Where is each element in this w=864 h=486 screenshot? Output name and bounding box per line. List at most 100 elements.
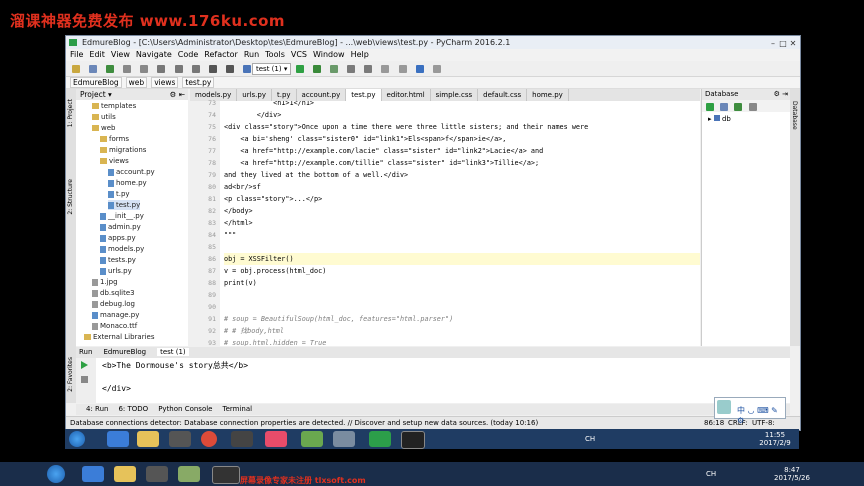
outer-lang[interactable]: CH [706, 470, 716, 478]
add-datasource-icon[interactable] [706, 103, 714, 111]
outer-clock[interactable]: 8:47 2017/5/26 [770, 466, 814, 482]
replace-icon[interactable] [225, 65, 234, 73]
structure-icon[interactable] [398, 65, 407, 73]
tree-item[interactable]: account.py [108, 167, 155, 177]
rerun-icon[interactable] [81, 361, 88, 369]
paste-icon[interactable] [191, 65, 200, 73]
bottom-tab[interactable]: 6: TODO [118, 405, 148, 413]
code-editor[interactable]: <h1>1</h1> </div> <div class="story">Once… [220, 101, 700, 346]
save-icon[interactable] [89, 65, 98, 73]
inner-clock[interactable]: 11:55 2017/2/9 [755, 431, 795, 447]
run-tab[interactable]: test (1) [157, 348, 189, 356]
outer-start-button[interactable] [47, 465, 65, 483]
tree-item[interactable]: __init__.py [100, 211, 144, 221]
tree-item[interactable]: debug.log [92, 299, 135, 309]
menu-edit[interactable]: Edit [89, 50, 105, 59]
tree-item[interactable]: tests.py [100, 255, 136, 265]
editor-tab[interactable]: test.py [346, 89, 382, 101]
tree-item[interactable]: utils [92, 112, 116, 122]
concurrency-icon[interactable] [364, 65, 373, 73]
structure-tool-tab[interactable]: 2: Structure [67, 179, 74, 215]
menu-view[interactable]: View [111, 50, 130, 59]
project-panel-title[interactable]: Project [80, 90, 106, 99]
outer-explorer-icon[interactable] [114, 466, 136, 482]
settings-icon[interactable] [381, 65, 390, 73]
copy-datasource-icon[interactable] [720, 103, 729, 111]
editor-tab[interactable]: urls.py [237, 89, 272, 101]
start-button[interactable] [69, 431, 85, 447]
tree-item[interactable]: templates [92, 101, 136, 111]
bottom-tab[interactable]: Python Console [158, 405, 212, 413]
editor-tab[interactable]: account.py [297, 89, 347, 101]
help-icon[interactable] [415, 65, 424, 73]
find-icon[interactable] [208, 65, 217, 73]
tree-item[interactable]: web [92, 123, 115, 133]
app4-icon[interactable] [333, 431, 355, 447]
tree-item[interactable]: forms [100, 134, 129, 144]
media-icon[interactable] [169, 431, 191, 447]
editor-tab[interactable]: editor.html [382, 89, 431, 101]
tree-item[interactable]: manage.py [92, 310, 139, 320]
menu-tools[interactable]: Tools [265, 50, 285, 59]
chrome-icon[interactable] [201, 431, 217, 447]
outer-recorder-icon[interactable] [212, 466, 240, 484]
tree-item[interactable]: apps.py [100, 233, 136, 243]
tree-item[interactable]: test.py [108, 200, 141, 210]
app2-icon[interactable] [265, 431, 287, 447]
outer-ie-icon[interactable] [82, 466, 104, 482]
tree-item[interactable]: models.py [100, 244, 144, 254]
favorites-tool-tab[interactable]: 2: Favorites [67, 357, 74, 392]
undo-icon[interactable] [123, 65, 132, 73]
database-tool-tab[interactable]: Database [791, 101, 798, 130]
run-icon[interactable] [296, 65, 304, 73]
debug-icon[interactable] [313, 65, 322, 73]
tree-item[interactable]: views [100, 156, 129, 166]
breadcrumb-item[interactable]: web [125, 77, 148, 88]
redo-icon[interactable] [140, 65, 149, 73]
project-tool-tab[interactable]: 1: Project [67, 99, 74, 127]
menu-file[interactable]: File [70, 50, 83, 59]
editor-tab[interactable]: home.py [527, 89, 569, 101]
refresh-icon[interactable] [734, 103, 743, 111]
ie-icon[interactable] [107, 431, 129, 447]
breadcrumb-item[interactable]: EdmureBlog [70, 77, 122, 88]
editor-tab[interactable]: default.css [478, 89, 528, 101]
pycharm-taskbar-icon[interactable] [369, 431, 391, 447]
app3-icon[interactable] [301, 431, 323, 447]
menu-refactor[interactable]: Refactor [204, 50, 238, 59]
app-icon[interactable] [231, 431, 253, 447]
run-tab[interactable]: EdmureBlog [100, 348, 149, 356]
bottom-tab[interactable]: Terminal [222, 405, 252, 413]
menu-vcs[interactable]: VCS [291, 50, 307, 59]
sync-icon[interactable] [106, 65, 115, 73]
profile-icon[interactable] [347, 65, 356, 73]
tree-item[interactable]: External Libraries [84, 332, 155, 342]
tree-item[interactable]: urls.py [100, 266, 132, 276]
menu-help[interactable]: Help [351, 50, 369, 59]
tree-item[interactable]: Monaco.ttf [92, 321, 137, 331]
tree-item[interactable]: t.py [108, 189, 130, 199]
tree-item[interactable]: migrations [100, 145, 146, 155]
database-item[interactable]: ▸ db [708, 115, 731, 123]
open-icon[interactable] [72, 65, 80, 73]
menu-window[interactable]: Window [313, 50, 345, 59]
menu-navigate[interactable]: Navigate [136, 50, 172, 59]
bottom-tab[interactable]: 4: Run [86, 405, 108, 413]
tree-item[interactable]: 1.jpg [92, 277, 118, 287]
editor-tab[interactable]: t.py [272, 89, 297, 101]
menu-run[interactable]: Run [244, 50, 259, 59]
breadcrumb-item[interactable]: test.py [182, 77, 215, 88]
outer-media-icon[interactable] [146, 466, 168, 482]
tree-item[interactable]: home.py [108, 178, 147, 188]
properties-icon[interactable] [748, 103, 757, 111]
inner-lang[interactable]: CH [585, 435, 595, 443]
cmd-icon[interactable] [401, 431, 425, 449]
run-config-select[interactable]: test (1) ▾ [252, 63, 292, 75]
explorer-icon[interactable] [137, 431, 159, 447]
cut-icon[interactable] [157, 65, 166, 73]
tree-item[interactable]: admin.py [100, 222, 141, 232]
stop-icon[interactable] [81, 376, 88, 383]
menu-code[interactable]: Code [178, 50, 198, 59]
copy-icon[interactable] [174, 65, 183, 73]
tree-item[interactable]: db.sqlite3 [92, 288, 135, 298]
